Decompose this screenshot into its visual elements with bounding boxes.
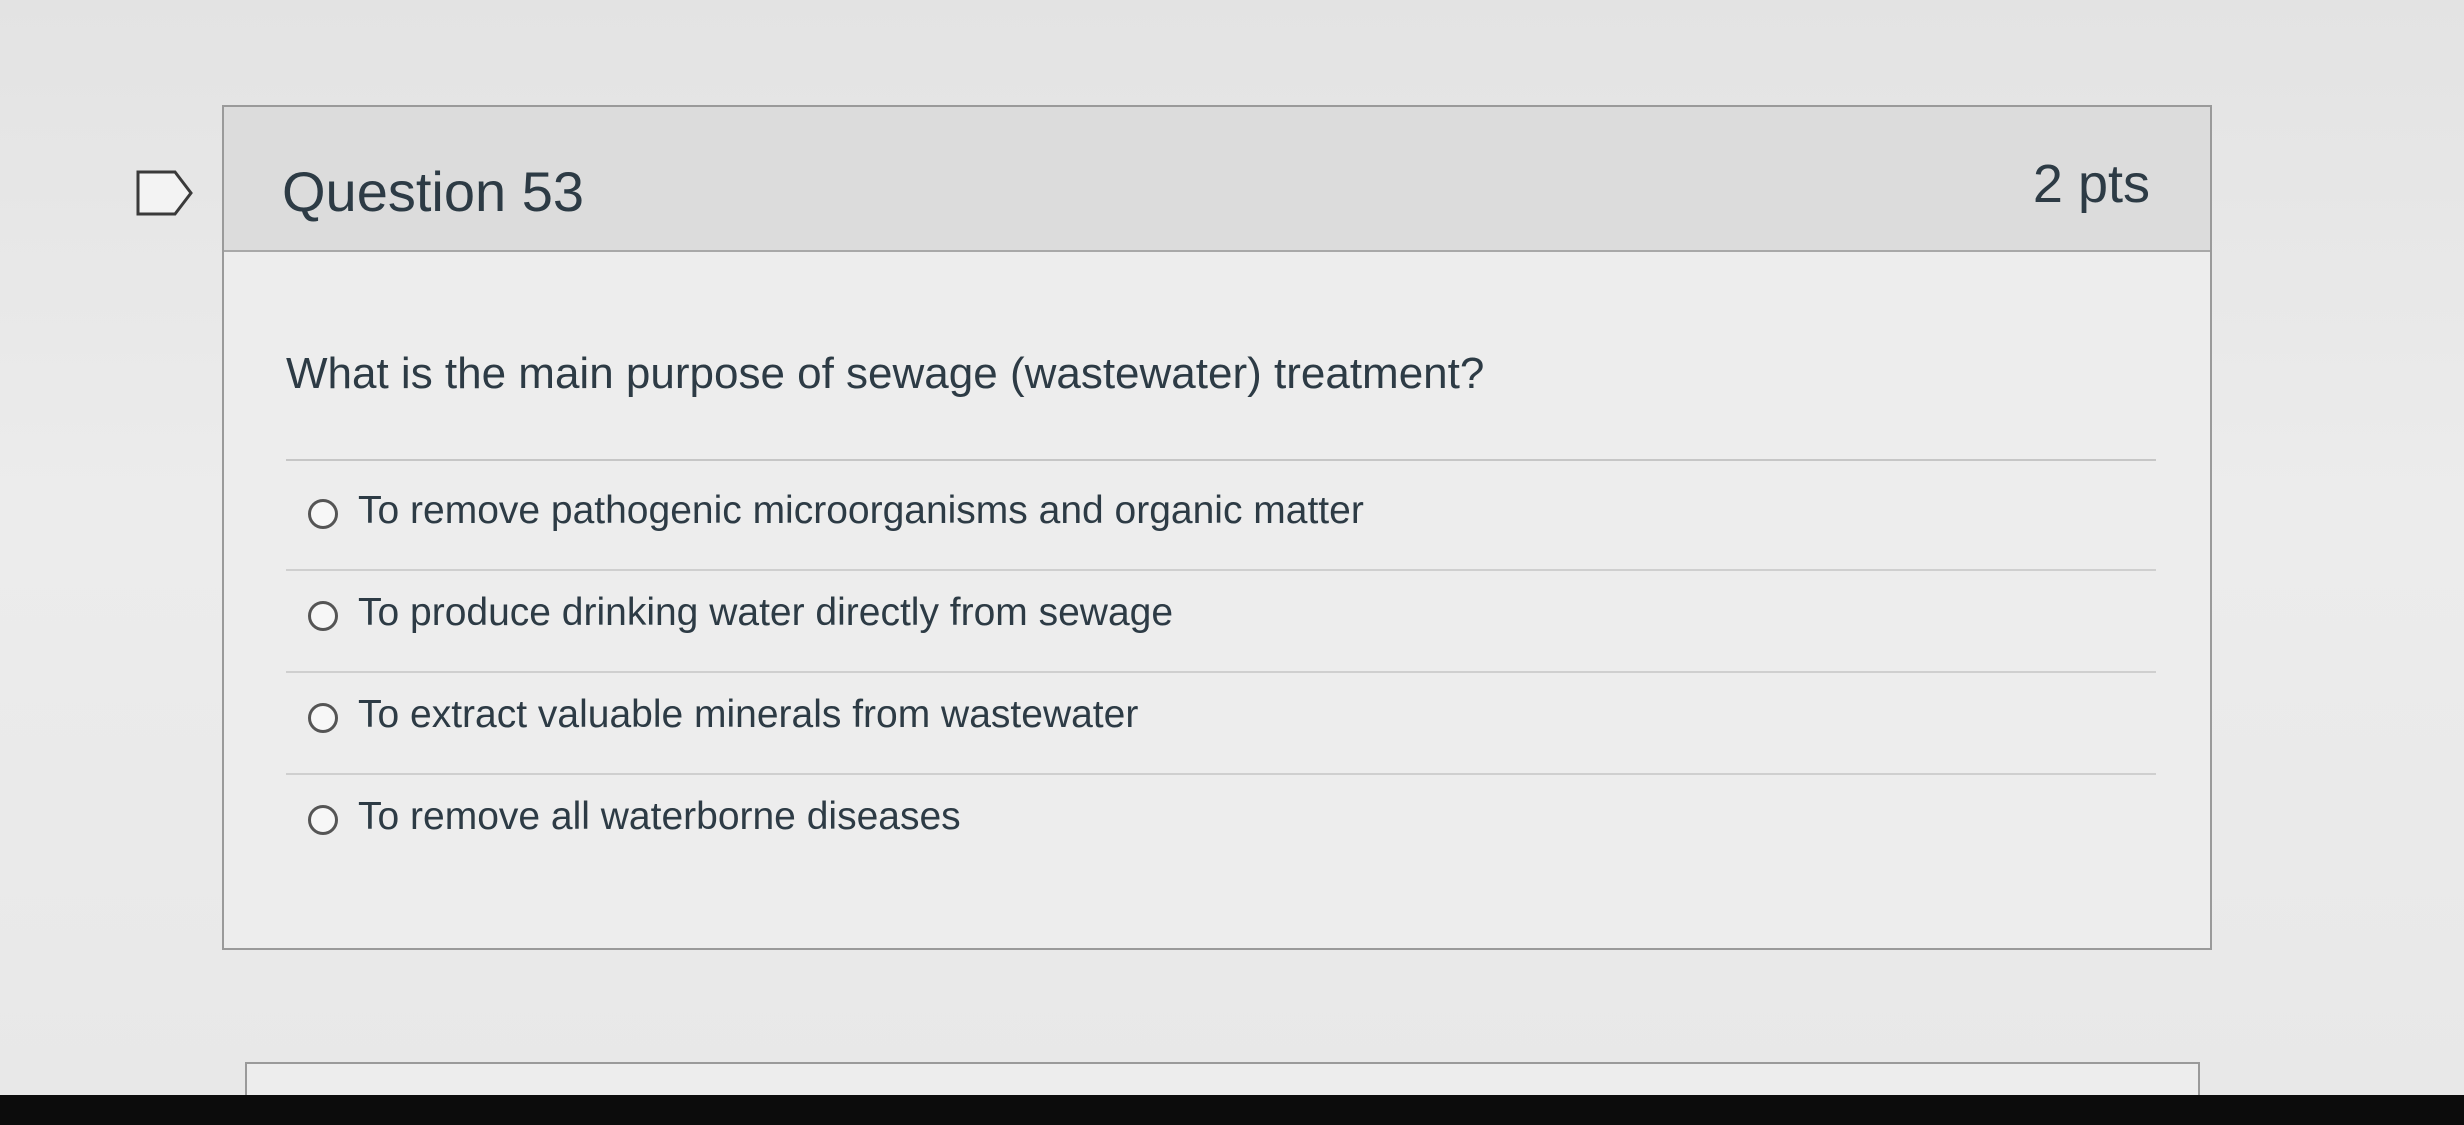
answer-label[interactable]: To extract valuable minerals from wastew… (358, 693, 1138, 737)
answer-option[interactable]: To extract valuable minerals from wastew… (286, 673, 2156, 775)
quiz-page: Question 53 2 pts What is the main purpo… (0, 0, 2464, 1125)
question-text: What is the main purpose of sewage (wast… (286, 349, 1485, 398)
question-header: Question 53 2 pts (224, 107, 2210, 252)
radio-button[interactable] (308, 805, 338, 835)
question-points: 2 pts (2032, 154, 2150, 214)
answer-label[interactable]: To produce drinking water directly from … (358, 591, 1173, 635)
screen-bezel (0, 1095, 2464, 1125)
radio-button[interactable] (308, 601, 338, 631)
answer-option[interactable]: To remove all waterborne diseases (286, 775, 2156, 877)
answer-label[interactable]: To remove pathogenic microorganisms and … (358, 489, 1364, 533)
radio-button[interactable] (308, 703, 338, 733)
question-card: Question 53 2 pts What is the main purpo… (222, 105, 2212, 950)
bookmark-flag-icon[interactable] (135, 168, 195, 218)
question-title: Question 53 (282, 160, 584, 223)
answer-label[interactable]: To remove all waterborne diseases (358, 795, 961, 839)
answer-option[interactable]: To remove pathogenic microorganisms and … (286, 469, 2156, 571)
answer-list: To remove pathogenic microorganisms and … (286, 459, 2156, 877)
answer-option[interactable]: To produce drinking water directly from … (286, 571, 2156, 673)
radio-button[interactable] (308, 499, 338, 529)
